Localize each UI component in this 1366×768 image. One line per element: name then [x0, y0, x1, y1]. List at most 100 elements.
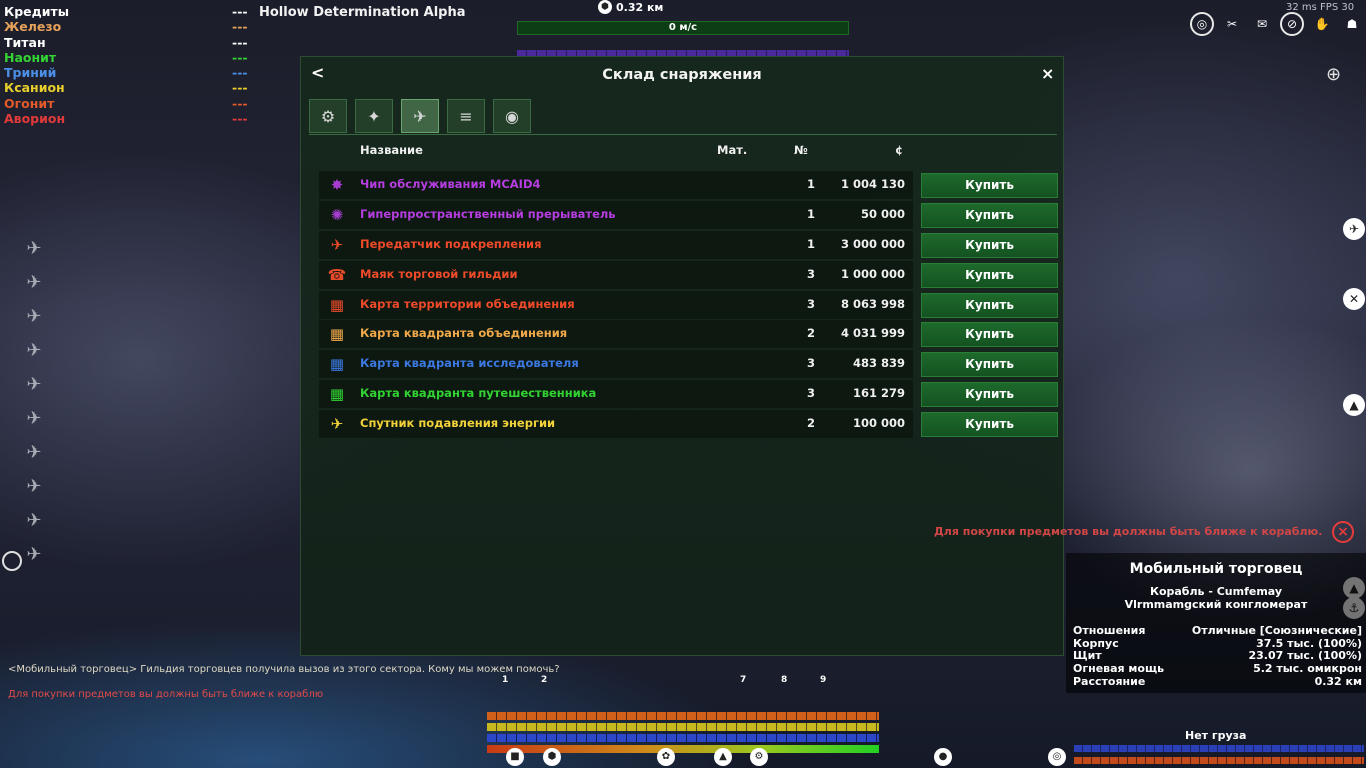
buy-button[interactable]: Купить: [921, 352, 1058, 378]
satellite-map-icon[interactable]: ⊕: [1326, 64, 1341, 85]
item-row[interactable]: ▦ Карта квадранта путешественника 3 161 …: [319, 380, 1059, 409]
compass-icon[interactable]: ⊘: [1280, 12, 1304, 36]
item-icon: ✈: [330, 235, 344, 254]
up-icon[interactable]: ▲: [714, 748, 732, 766]
close-button[interactable]: ×: [1041, 64, 1054, 83]
item-row[interactable]: ▦ Карта территории объединения 3 8 063 9…: [319, 290, 1059, 319]
minimap-toggle-icon[interactable]: [2, 551, 22, 571]
column-mat[interactable]: Мат.: [717, 143, 747, 157]
turret-icon[interactable]: ⚙: [309, 99, 347, 133]
stop-icon[interactable]: ■: [506, 748, 524, 766]
fleet-ship-icon[interactable]: ✈: [22, 306, 46, 328]
item-row[interactable]: ▦ Карта квадранта исследователя 3 483 83…: [319, 350, 1059, 379]
resource-value: ---: [232, 111, 248, 127]
fleet-ship-icon[interactable]: ✈: [22, 272, 46, 294]
target-stat-row: Корпус 37.5 тыс. (100%): [1073, 637, 1362, 650]
buy-button[interactable]: Купить: [921, 262, 1058, 288]
resource-value: ---: [232, 49, 248, 65]
item-row[interactable]: ✈ Спутник подавления энергии 2 100 000 К…: [319, 410, 1059, 439]
item-price: 100 000: [852, 416, 905, 431]
buy-button[interactable]: Купить: [921, 382, 1058, 408]
arms-icon[interactable]: ✦: [355, 99, 393, 133]
bag-icon[interactable]: ●: [934, 748, 952, 766]
resource-row: Огонит ---: [4, 96, 254, 111]
column-num[interactable]: №: [794, 143, 808, 157]
hotbar-slot-9[interactable]: 9: [820, 675, 826, 685]
target-stat-row: Расстояние 0.32 км: [1073, 675, 1362, 688]
sector-name: Hollow Determination Alpha: [259, 5, 466, 20]
back-button[interactable]: <: [311, 63, 324, 82]
target-stat-value: Отличные [Союзнические]: [1191, 624, 1362, 637]
target-stat-row: Отношения Отличные [Союзнические]: [1073, 624, 1362, 637]
item-row[interactable]: ✺ Гиперпространственный прерыватель 1 50…: [319, 200, 1059, 229]
satellite-icon[interactable]: ✈: [401, 99, 439, 133]
ship-menu-icon[interactable]: ⚙: [750, 748, 768, 766]
resource-label: Триний: [4, 65, 57, 81]
fleet-ship-icon[interactable]: ✈: [22, 238, 46, 260]
item-name: Карта квадранта объединения: [360, 326, 568, 341]
item-price: 8 063 998: [840, 296, 905, 311]
resource-label: Железо: [4, 19, 62, 35]
item-price: 3 000 000: [840, 236, 905, 251]
player-icon[interactable]: ☗: [1340, 12, 1364, 36]
fleet-ship-icon[interactable]: ✈: [22, 340, 46, 362]
item-row[interactable]: ✈ Передатчик подкрепления 1 3 000 000 Ку…: [319, 230, 1059, 259]
buy-button[interactable]: Купить: [921, 322, 1058, 348]
item-row[interactable]: ✸ Чип обслуживания MCAID4 1 1 004 130 Ку…: [319, 171, 1059, 199]
warning-close-icon[interactable]: ×: [1332, 521, 1354, 543]
target-stat-value: 23.07 тыс. (100%): [1248, 649, 1362, 663]
hotbar-slot-1[interactable]: 1: [502, 675, 508, 685]
target-stat-label: Щит: [1073, 649, 1102, 663]
mail-icon[interactable]: ✉: [1250, 12, 1274, 36]
item-icon: ▦: [329, 385, 345, 404]
item-name: Гиперпространственный прерыватель: [360, 206, 616, 221]
fleet-ship-icon[interactable]: ✈: [22, 510, 46, 532]
hotbar-slot-2[interactable]: 2: [541, 675, 547, 685]
ship-up-icon[interactable]: ▲: [1343, 394, 1365, 416]
hotbar-slot-7[interactable]: 7: [740, 675, 746, 685]
buy-button[interactable]: Купить: [921, 292, 1058, 318]
energy-bar-2: [487, 723, 879, 731]
resource-row: Аворион ---: [4, 111, 254, 126]
fleet-ship-icon[interactable]: ✈: [22, 476, 46, 498]
resource-row: Кредиты ---: [4, 4, 254, 19]
column-name[interactable]: Название: [360, 143, 423, 157]
fleet-ship-icon[interactable]: ✈: [22, 442, 46, 464]
item-name: Чип обслуживания MCAID4: [360, 177, 541, 191]
fleet-ship-icon[interactable]: ✈: [22, 374, 46, 396]
hotbar-slot-8[interactable]: 8: [781, 675, 787, 685]
target-distance: ⬢ 0.32 км: [598, 0, 663, 14]
item-row[interactable]: ▦ Карта квадранта объединения 2 4 031 99…: [319, 320, 1059, 349]
item-row[interactable]: ☎ Маяк торговой гильдии 3 1 000 000 Купи…: [319, 260, 1059, 289]
buy-button[interactable]: Купить: [921, 202, 1058, 228]
build-icon[interactable]: ✿: [657, 748, 675, 766]
target-bottom-icon[interactable]: ◎: [1048, 748, 1066, 766]
item-name: Карта квадранта исследователя: [360, 356, 579, 371]
resource-label: Огонит: [4, 95, 55, 111]
torpedo-icon[interactable]: ◉: [493, 99, 531, 133]
item-icon: ▦: [329, 295, 345, 314]
tools-icon[interactable]: ✂: [1220, 12, 1244, 36]
item-price: 161 279: [852, 386, 905, 401]
fleet-ship-icon[interactable]: ✈: [22, 408, 46, 430]
target-stat-value: 37.5 тыс. (100%): [1256, 636, 1362, 650]
target-lock-icon[interactable]: ◎: [1190, 12, 1214, 36]
column-price[interactable]: ¢: [895, 143, 903, 157]
target-stat-value: 0.32 км: [1314, 674, 1362, 688]
buy-button[interactable]: Купить: [921, 412, 1058, 438]
tools-side-icon[interactable]: ✕: [1343, 288, 1365, 310]
fighter-icon[interactable]: ✈: [1343, 218, 1365, 240]
equipment-dock-window: Склад снаряжения < × ⚙ ✦ ✈ ≡ ◉ Название Мат.…: [300, 56, 1064, 656]
item-quantity: 1: [806, 236, 815, 251]
buy-button[interactable]: Купить: [921, 173, 1058, 198]
item-icon: ✺: [330, 205, 344, 224]
hand-icon[interactable]: ✋: [1310, 12, 1334, 36]
resource-row: Наонит ---: [4, 50, 254, 65]
stack-icon[interactable]: ≡: [447, 99, 485, 133]
buy-button[interactable]: Купить: [921, 232, 1058, 258]
resource-list: Кредиты --- Железо --- Титан --- Наонит --- Трин…: [4, 4, 254, 126]
cargo-icon[interactable]: ⬢: [543, 748, 561, 766]
item-name: Маяк торговой гильдии: [360, 266, 518, 281]
fleet-ship-icon[interactable]: ✈: [22, 544, 46, 566]
item-quantity: 3: [806, 266, 815, 281]
